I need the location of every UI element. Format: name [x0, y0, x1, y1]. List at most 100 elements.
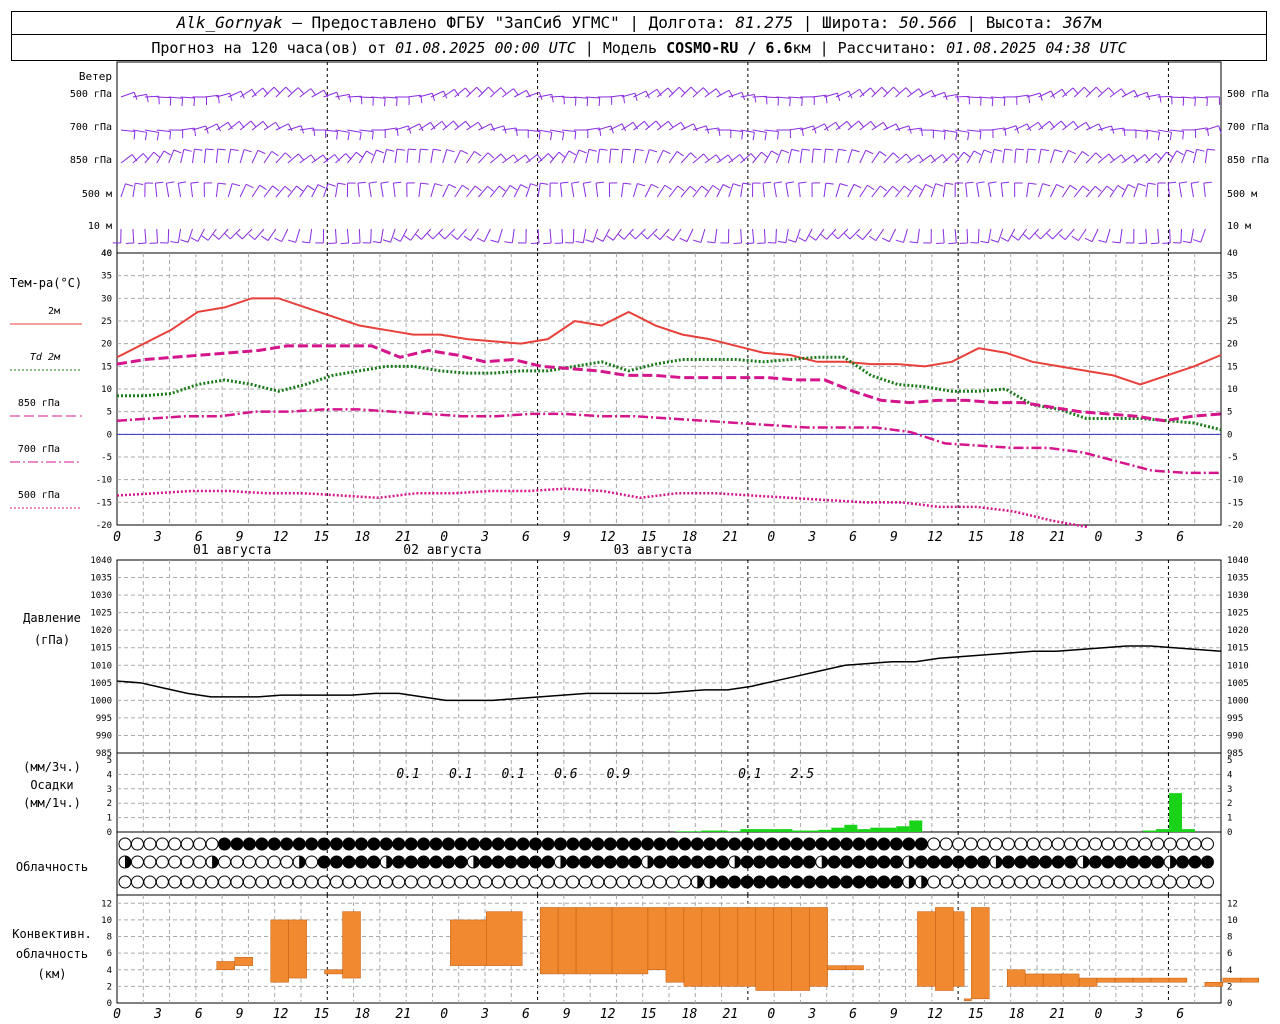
hour-tick-label: 15: [968, 530, 984, 545]
wind-barb-flag: [689, 185, 697, 192]
wind-barb-flag: [487, 185, 494, 192]
precip-ytick-right: 4: [1227, 770, 1232, 780]
wind-barb-shaft: [668, 185, 679, 198]
wind-barb-shaft: [847, 120, 859, 131]
conv-bar: [539, 907, 559, 975]
wind-barb-flag: [1108, 87, 1115, 94]
cloud-symbol: [790, 837, 804, 851]
wind-barb-flag: [599, 148, 608, 151]
wind-barb-shaft: [203, 149, 207, 164]
cloud-symbol: [852, 855, 866, 869]
wind-barb-flag: [1098, 239, 1107, 243]
wind-barb-flag: [1112, 241, 1121, 244]
wind-barb-flag: [868, 235, 877, 242]
wind-barb-flag: [973, 150, 982, 156]
cloud-symbol: [1001, 837, 1015, 851]
wind-barb-flag: [205, 125, 209, 134]
cloud-symbol: [404, 855, 418, 869]
wind-barb-flag: [520, 184, 528, 189]
temp-ytick-left: 25: [101, 317, 112, 327]
precip-unit-1h: (мм/1ч.): [23, 796, 81, 810]
temp-ytick-right: 15: [1227, 362, 1238, 372]
wind-barb-flag: [273, 86, 280, 94]
cloud-symbol: [317, 837, 331, 851]
wind-barbs: [112, 86, 1222, 245]
cloud-symbol: [118, 837, 132, 851]
cloud-symbol: [628, 837, 642, 851]
wind-barb-shaft: [380, 183, 384, 198]
wind-barb-flag: [371, 131, 374, 140]
cloud-symbol: [417, 875, 431, 889]
cloud-symbol: [529, 875, 543, 889]
wind-barb-shaft: [120, 91, 135, 98]
wind-barb-shaft: [823, 92, 838, 98]
wind-barb-shaft: [862, 228, 873, 240]
wind-barb-flag: [1137, 183, 1146, 187]
cloud-symbol: [665, 875, 679, 889]
wind-barb-shaft: [490, 153, 502, 164]
wind-barb-flag: [296, 185, 304, 192]
wind-barb-flag: [701, 185, 709, 192]
wind-barb-shaft: [1097, 153, 1110, 164]
wind-barb-flag: [515, 127, 518, 136]
wind-barb-flag: [317, 184, 326, 189]
wind-barb-flag: [851, 149, 860, 153]
wind-barb-shaft: [990, 149, 995, 164]
wind-barb-flag: [460, 149, 469, 155]
wind-barb-shaft: [204, 94, 219, 98]
wind-barb-flag: [1169, 132, 1173, 141]
wind-barb-flag: [420, 148, 429, 151]
cloud-symbol: [553, 837, 567, 851]
wind-barb-flag: [1042, 183, 1051, 187]
wind-barb-shaft: [394, 149, 398, 164]
wind-barb-shaft: [656, 150, 664, 164]
temp-ytick-right: 0: [1227, 430, 1232, 440]
wind-barb-shaft: [907, 154, 920, 164]
conv-bar: [1007, 969, 1026, 987]
wind-barb-flag: [838, 148, 847, 152]
wind-barb-shaft: [620, 149, 624, 164]
wind-barb-shaft: [680, 86, 692, 98]
wind-barb-shaft: [215, 149, 219, 164]
cloud-symbol: [267, 875, 281, 889]
conv-ytick-left: 6: [107, 949, 112, 959]
wind-barb-flag: [1054, 149, 1063, 153]
cloud-symbol: [952, 837, 966, 851]
wind-barb-shaft: [795, 228, 801, 243]
wind-barb-flag: [905, 153, 912, 161]
wind-barb-shaft: [239, 149, 245, 164]
cloud-symbol: [952, 855, 966, 869]
wind-barb-flag: [509, 184, 518, 191]
wind-barb-shaft: [549, 95, 564, 98]
cloud-symbol: [1101, 837, 1115, 851]
wind-barb-shaft: [740, 228, 743, 244]
wind-barb-shaft: [762, 183, 765, 198]
wind-barb-flag: [245, 183, 254, 189]
cloud-symbol: [1200, 837, 1214, 851]
temp-ytick-right: 25: [1227, 317, 1238, 327]
cloud-symbol: [1126, 855, 1140, 869]
wind-barb-flag: [393, 181, 402, 184]
wind-barb-shaft: [263, 185, 273, 198]
wind-barb-flag: [948, 242, 957, 245]
hour-tick-label: 6: [849, 530, 857, 545]
wind-barb-shaft: [595, 183, 599, 198]
cloud-symbol: [1126, 837, 1140, 851]
wind-barb-shaft: [787, 149, 793, 164]
wind-barb-flag: [500, 87, 507, 94]
wind-barb-flag: [248, 233, 256, 240]
precip-bar: [870, 827, 884, 832]
wind-barb-flag: [880, 185, 887, 192]
wind-barb-shaft: [478, 185, 488, 198]
conv-bar: [1024, 973, 1044, 987]
wind-barb-shaft: [1007, 228, 1016, 242]
hour-tick-label: 6: [195, 1007, 203, 1022]
cloud-symbol: [218, 875, 232, 889]
wind-barb-shaft: [478, 152, 489, 164]
wind-barb-flag: [575, 240, 584, 244]
wind-barb-flag: [380, 181, 389, 184]
cloud-symbol: [1176, 837, 1190, 851]
wind-barb-flag: [892, 152, 900, 159]
cloud-symbol: [927, 875, 941, 889]
wind-barb-flag: [551, 94, 554, 103]
